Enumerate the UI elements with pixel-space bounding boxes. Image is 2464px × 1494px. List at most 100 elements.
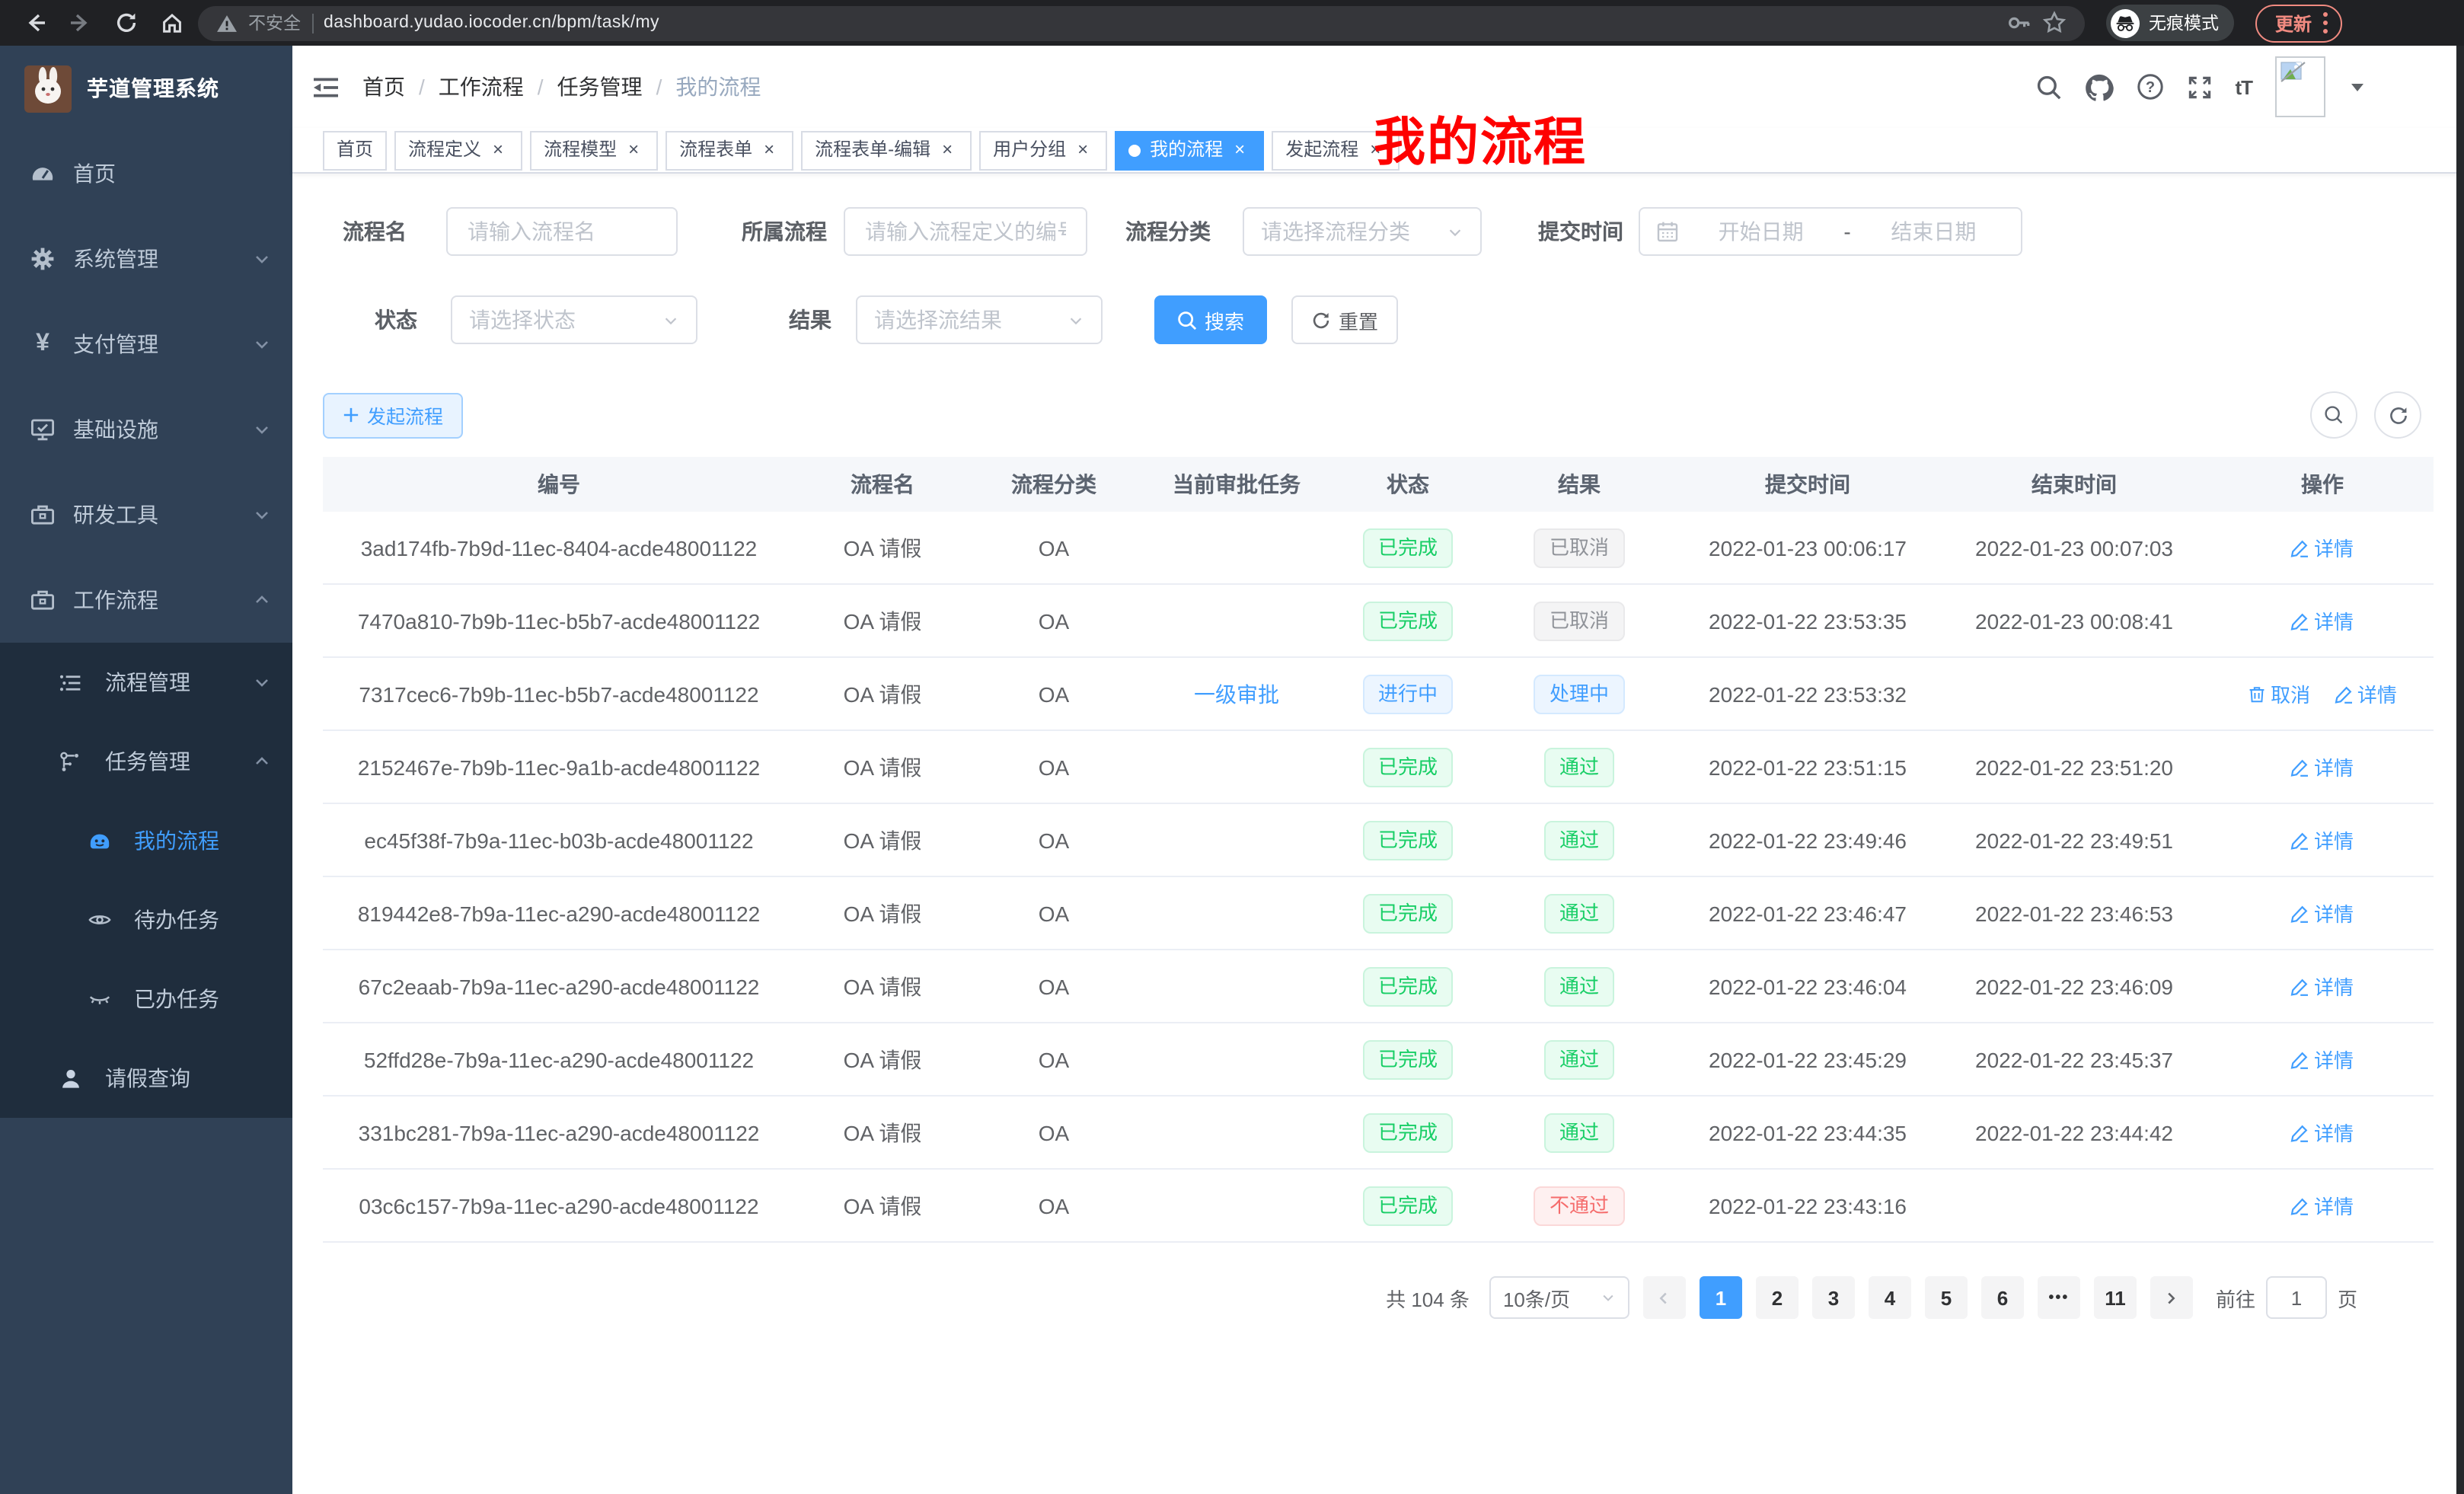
page-button-4[interactable]: 4: [1869, 1276, 1911, 1319]
result-select[interactable]: 请选择流结果: [856, 295, 1103, 344]
page-button-5[interactable]: 5: [1925, 1276, 1968, 1319]
submit-time-label: 提交时间: [1538, 216, 1623, 247]
result-badge: 通过: [1544, 820, 1614, 860]
sidebar-item-process-management[interactable]: 流程管理: [0, 643, 292, 722]
close-icon[interactable]: ×: [1072, 139, 1093, 161]
robot-face-icon: [88, 828, 111, 853]
header-search-icon[interactable]: [2035, 74, 2061, 100]
detail-link[interactable]: 详情: [2291, 752, 2354, 781]
next-page-button[interactable]: [2150, 1276, 2193, 1319]
font-size-icon[interactable]: tT: [2235, 75, 2252, 98]
avatar-dropdown-caret[interactable]: [2351, 83, 2363, 91]
sidebar-item-infrastructure[interactable]: 基础设施: [0, 387, 292, 472]
browser-back-button[interactable]: [15, 3, 55, 43]
sidebar: 芋道管理系统 首页 系统管理 ¥ 支付管理: [0, 46, 292, 1494]
detail-link[interactable]: 详情: [2291, 972, 2354, 1001]
tab-home[interactable]: 首页: [323, 130, 387, 170]
bookmark-star-icon[interactable]: [2042, 11, 2067, 35]
close-icon[interactable]: ×: [623, 139, 644, 161]
breadcrumb-home[interactable]: 首页: [362, 72, 405, 102]
fullscreen-icon[interactable]: [2186, 74, 2212, 100]
tab-my-process[interactable]: 我的流程×: [1115, 130, 1264, 170]
breadcrumb-workflow[interactable]: 工作流程: [439, 72, 524, 102]
help-icon[interactable]: ?: [2136, 73, 2163, 101]
end-time: 2022-01-22 23:46:09: [1975, 974, 2173, 998]
detail-link[interactable]: 详情: [2291, 1191, 2354, 1220]
start-process-button[interactable]: 发起流程: [323, 392, 463, 438]
sidebar-item-payment[interactable]: ¥ 支付管理: [0, 302, 292, 387]
end-time: 2022-01-22 23:51:20: [1975, 755, 2173, 779]
prev-page-button[interactable]: [1643, 1276, 1686, 1319]
result-badge: 通过: [1544, 1113, 1614, 1152]
password-key-icon[interactable]: [2007, 12, 2032, 34]
tab-user-group[interactable]: 用户分组×: [979, 130, 1107, 170]
status-badge: 已完成: [1363, 528, 1453, 567]
reset-button[interactable]: 重置: [1291, 295, 1398, 344]
sidebar-item-workflow[interactable]: 工作流程: [0, 557, 292, 643]
detail-link[interactable]: 详情: [2335, 679, 2397, 708]
page-button-11[interactable]: 11: [2094, 1276, 2137, 1319]
detail-link[interactable]: 详情: [2291, 606, 2354, 635]
browser-scrollbar[interactable]: [2456, 46, 2464, 1494]
tab-process-form-edit[interactable]: 流程表单-编辑×: [801, 130, 972, 170]
sidebar-item-task-management[interactable]: 任务管理: [0, 722, 292, 801]
address-bar[interactable]: 不安全 dashboard.yudao.iocoder.cn/bpm/task/…: [198, 5, 2085, 40]
submit-time-range-picker[interactable]: 开始日期 - 结束日期: [1639, 207, 2022, 256]
page-button-6[interactable]: 6: [1981, 1276, 2024, 1319]
status-select[interactable]: 请选择状态: [451, 295, 697, 344]
search-button[interactable]: 搜索: [1154, 295, 1267, 344]
cancel-link[interactable]: 取消: [2248, 679, 2310, 708]
sidebar-collapse-button[interactable]: [312, 74, 340, 100]
page-button-3[interactable]: 3: [1812, 1276, 1855, 1319]
process-definition-field[interactable]: [862, 218, 1069, 245]
category-select[interactable]: 请选择流程分类: [1243, 207, 1482, 256]
tab-process-form[interactable]: 流程表单×: [665, 130, 793, 170]
chevron-down-icon: [662, 311, 679, 328]
detail-link[interactable]: 详情: [2291, 533, 2354, 562]
detail-link[interactable]: 详情: [2291, 1118, 2354, 1147]
detail-link[interactable]: 详情: [2291, 1045, 2354, 1074]
current-task-link[interactable]: 一级审批: [1194, 682, 1279, 706]
process-id: 7317cec6-7b9b-11ec-b5b7-acde48001122: [359, 682, 758, 706]
github-icon[interactable]: [2084, 72, 2113, 101]
sidebar-item-todo-tasks[interactable]: 待办任务: [0, 880, 292, 959]
sidebar-item-home[interactable]: 首页: [0, 131, 292, 216]
end-time: 2022-01-22 23:49:51: [1975, 828, 2173, 852]
page-size-select[interactable]: 10条/页: [1489, 1276, 1629, 1319]
date-start[interactable]: 开始日期: [1690, 216, 1831, 247]
sidebar-item-devtools[interactable]: 研发工具: [0, 472, 292, 557]
process-name-input[interactable]: [446, 207, 678, 256]
detail-link[interactable]: 详情: [2291, 825, 2354, 854]
page-button-2[interactable]: 2: [1756, 1276, 1799, 1319]
tab-process-model[interactable]: 流程模型×: [530, 130, 658, 170]
app-logo-row[interactable]: 芋道管理系统: [0, 46, 292, 131]
browser-update-button[interactable]: 更新: [2255, 4, 2342, 42]
process-name-field[interactable]: [464, 218, 659, 245]
close-icon[interactable]: ×: [937, 139, 958, 161]
browser-menu-icon[interactable]: [2322, 11, 2328, 35]
table-refresh-button[interactable]: [2374, 391, 2421, 439]
browser-forward-button[interactable]: [61, 3, 101, 43]
browser-reload-button[interactable]: [107, 3, 146, 43]
sidebar-item-my-process[interactable]: 我的流程: [0, 801, 292, 880]
process-id: 67c2eaab-7b9a-11ec-a290-acde48001122: [359, 974, 760, 998]
avatar[interactable]: [2275, 56, 2325, 117]
detail-link[interactable]: 详情: [2291, 899, 2354, 927]
close-icon[interactable]: ×: [758, 139, 780, 161]
date-end[interactable]: 结束日期: [1863, 216, 2004, 247]
browser-toolbar: 不安全 dashboard.yudao.iocoder.cn/bpm/task/…: [0, 0, 2464, 46]
goto-page-input[interactable]: [2266, 1276, 2327, 1319]
page-button-1[interactable]: 1: [1700, 1276, 1742, 1319]
breadcrumb-task-management[interactable]: 任务管理: [557, 72, 643, 102]
table-search-button[interactable]: [2310, 391, 2357, 439]
close-icon[interactable]: ×: [1229, 139, 1250, 161]
sidebar-item-system[interactable]: 系统管理: [0, 216, 292, 302]
chevron-right-icon: [2163, 1289, 2180, 1306]
close-icon[interactable]: ×: [487, 139, 509, 161]
pagination-ellipsis[interactable]: •••: [2038, 1276, 2080, 1319]
tab-process-definition[interactable]: 流程定义×: [394, 130, 522, 170]
sidebar-item-done-tasks[interactable]: 已办任务: [0, 959, 292, 1039]
sidebar-item-leave-query[interactable]: 请假查询: [0, 1039, 292, 1118]
browser-home-button[interactable]: [152, 3, 192, 43]
process-definition-input[interactable]: [844, 207, 1087, 256]
